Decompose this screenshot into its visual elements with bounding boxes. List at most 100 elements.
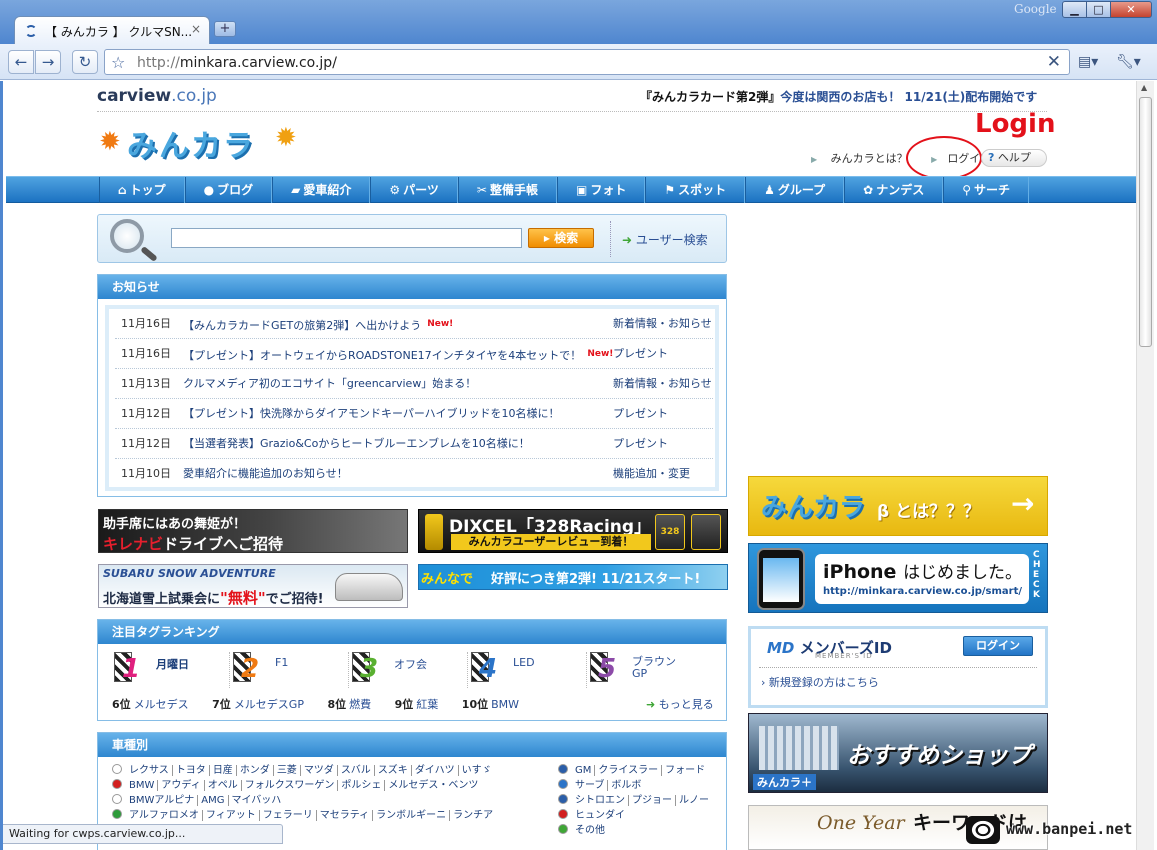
news-category-link[interactable]: プレゼント xyxy=(613,429,668,459)
maker-link[interactable]: GM xyxy=(572,765,596,776)
new-tab-button[interactable]: + xyxy=(214,21,236,37)
maker-link[interactable]: レクサス xyxy=(126,765,173,776)
kirenavi-banner[interactable]: 助手席にはあの舞姫が！ キレナビドライブへご招待 xyxy=(98,509,408,553)
maker-link[interactable]: ヒュンダイ xyxy=(572,810,628,821)
ranking-item[interactable]: 8位 燃費 xyxy=(327,698,381,711)
ranking-more-link[interactable]: ➜ もっと見る xyxy=(646,696,714,712)
maker-link[interactable]: オペル xyxy=(204,780,242,791)
nav-item-photo[interactable]: ▣ フォト xyxy=(556,177,646,203)
maker-link[interactable]: サーブ xyxy=(572,780,609,791)
maker-link[interactable]: クライスラー xyxy=(595,765,663,776)
ranking-item[interactable]: 3 オフ会 xyxy=(350,652,468,688)
nav-item-spot[interactable]: ⚑ スポット xyxy=(645,177,746,203)
news-title-link[interactable]: 【プレゼント】オートウェイからROADSTONE17インチタイヤを4本セットで！… xyxy=(183,339,613,371)
minkara-logo[interactable]: ✹ みんカラ ✹ xyxy=(99,119,299,167)
ranking-item[interactable]: 2 F1 xyxy=(231,652,349,688)
window-minimize-button[interactable]: ▁ xyxy=(1062,1,1087,18)
forward-button[interactable]: → xyxy=(35,50,61,74)
scroll-up-icon[interactable]: ▲ xyxy=(1141,83,1147,92)
maker-link[interactable]: マセラティ xyxy=(316,810,374,821)
news-item[interactable]: 11月12日 【プレゼント】快洗隊からダイアモンドキーパーハイブリッドを10名様… xyxy=(115,399,713,429)
maker-link[interactable]: ランチア xyxy=(450,810,496,821)
news-category-link[interactable]: 機能追加・変更 xyxy=(613,459,690,489)
news-item[interactable]: 11月16日 【みんカラカードGETの旅第2弾】へ出かけよう New! 新着情報・… xyxy=(115,309,713,339)
vertical-scrollbar[interactable]: ▲ xyxy=(1136,81,1154,850)
maker-link[interactable]: マツダ xyxy=(300,765,338,776)
maker-link[interactable]: フォルクスワーゲン xyxy=(241,780,339,791)
nav-item-blog[interactable]: ● ブログ xyxy=(184,177,273,203)
news-item[interactable]: 11月13日 クルマメディア初のエコサイト「greencarview」始まる！ … xyxy=(115,369,713,399)
stop-loading-icon[interactable]: ✕ xyxy=(1047,52,1061,72)
about-link[interactable]: ▶ みんカラとは？ xyxy=(811,152,918,165)
maker-link[interactable]: マイバッハ xyxy=(229,795,285,806)
nav-item-top[interactable]: ⌂ トップ xyxy=(99,177,185,203)
news-item[interactable]: 11月16日 【プレゼント】オートウェイからROADSTONE17インチタイヤを… xyxy=(115,339,713,369)
minnade-banner[interactable]: みんなで 好評につき第2弾! 11/21スタート! xyxy=(418,564,728,590)
maker-link[interactable]: ボルボ xyxy=(608,780,644,791)
maker-link[interactable]: その他 xyxy=(572,825,608,836)
nav-item-group[interactable]: ♟ グループ xyxy=(745,177,845,203)
nav-item-mycar[interactable]: ▰ 愛車紹介 xyxy=(272,177,371,203)
register-link[interactable]: › 新規登録の方はこちら xyxy=(761,674,879,690)
news-title-link[interactable]: 愛車紹介に機能追加のお知らせ！ xyxy=(183,459,348,489)
maker-link[interactable]: ルノー xyxy=(676,795,712,806)
nav-item-parts[interactable]: ⚙ パーツ xyxy=(370,177,458,203)
about-minkara-banner[interactable]: みんカラ β とは？？？ → xyxy=(748,476,1048,536)
maker-link[interactable]: ホンダ xyxy=(236,765,274,776)
browser-tab-active[interactable]: 【 みんカラ 】 クルマSN... × xyxy=(14,16,210,44)
maker-link[interactable]: フェラーリ xyxy=(259,810,317,821)
maker-link[interactable]: 三菱 xyxy=(273,765,301,776)
subaru-snow-banner[interactable]: SUBARU SNOW ADVENTURE 北海道雪上試乗会に"無料"でご招待! xyxy=(98,564,408,608)
help-button[interactable]: ? ヘルプ xyxy=(981,149,1047,167)
search-input[interactable] xyxy=(171,228,522,248)
news-title-link[interactable]: 【プレゼント】快洗隊からダイアモンドキーパーハイブリッドを10名様に！ xyxy=(183,399,559,429)
maker-link[interactable]: アウディ xyxy=(158,780,205,791)
nav-item-maintenance[interactable]: ✂ 整備手帳 xyxy=(457,177,557,203)
news-category-link[interactable]: プレゼント xyxy=(613,399,668,429)
maker-link[interactable]: アルファロメオ xyxy=(126,810,203,821)
maker-link[interactable]: メルセデス・ベンツ xyxy=(385,780,481,791)
ranking-item[interactable]: 7位 メルセデスGP xyxy=(212,698,314,711)
window-maximize-button[interactable]: □ xyxy=(1086,1,1111,18)
maker-link[interactable]: BMW xyxy=(126,780,159,791)
nav-item-search[interactable]: ⚲ サーチ xyxy=(943,177,1030,203)
news-title-link[interactable]: クルマメディア初のエコサイト「greencarview」始まる！ xyxy=(183,369,476,399)
reload-button[interactable]: ↻ xyxy=(72,50,98,74)
maker-link[interactable]: AMG xyxy=(198,795,229,806)
maker-link[interactable]: ダイハツ xyxy=(411,765,459,776)
news-item[interactable]: 11月12日 【当選者発表】Grazio&Coからヒートブルーエンブレムを10名… xyxy=(115,429,713,459)
maker-link[interactable]: スバル xyxy=(337,765,375,776)
maker-link[interactable]: ポルシェ xyxy=(338,780,386,791)
news-category-link[interactable]: プレゼント xyxy=(613,339,668,369)
tab-close-icon[interactable]: × xyxy=(191,22,201,36)
maker-link[interactable]: ランボルギーニ xyxy=(373,810,451,821)
maker-link[interactable]: プジョー xyxy=(629,795,676,806)
iphone-banner[interactable]: iPhone はじめました。 http://minkara.carview.co… xyxy=(748,543,1048,613)
nav-item-nandesu[interactable]: ✿ ナンデス xyxy=(844,177,944,203)
ranking-item[interactable]: 10位 BMW xyxy=(462,698,529,711)
ranking-item[interactable]: 5 ブラウン GP xyxy=(588,652,706,688)
maker-link[interactable]: トヨタ xyxy=(172,765,210,776)
news-category-link[interactable]: 新着情報・お知らせ xyxy=(613,309,712,339)
ranking-item[interactable]: 9位 紅葉 xyxy=(395,698,449,711)
members-login-button[interactable]: ログイン xyxy=(963,636,1033,656)
window-close-button[interactable]: ✕ xyxy=(1110,1,1152,18)
address-bar[interactable]: ☆ http://minkara.carview.co.jp/ ✕ xyxy=(104,49,1070,75)
news-category-link[interactable]: 新着情報・お知らせ xyxy=(613,369,712,399)
maker-link[interactable]: BMWアルピナ xyxy=(126,795,199,806)
carview-logo[interactable]: carview.co.jp xyxy=(97,86,217,106)
top-announcement-link[interactable]: 『みんカラカード第2弾』今度は関西のお店も！ 11/21(土)配布開始です xyxy=(640,88,1037,105)
recommended-shop-banner[interactable]: おすすめショップ みんカラ＋ xyxy=(748,713,1048,793)
scrollbar-thumb[interactable] xyxy=(1139,97,1152,347)
dixcel-banner[interactable]: DIXCEL「328Racing」 みんカラユーザーレビュー到着！ 328 xyxy=(418,509,728,553)
news-item[interactable]: 11月10日 愛車紹介に機能追加のお知らせ！ 機能追加・変更 xyxy=(115,459,713,489)
maker-link[interactable]: シトロエン xyxy=(572,795,629,806)
ranking-item[interactable]: 6位 メルセデス xyxy=(112,698,199,711)
search-button[interactable]: ▸ 検索 xyxy=(528,228,594,248)
maker-link[interactable]: 日産 xyxy=(209,765,237,776)
maker-link[interactable]: フォード xyxy=(662,765,708,776)
maker-link[interactable]: スズキ xyxy=(374,765,412,776)
ranking-item[interactable]: 4 LED xyxy=(469,652,587,688)
back-button[interactable]: ← xyxy=(8,50,34,74)
ranking-item[interactable]: 1 月曜日 xyxy=(112,652,230,688)
